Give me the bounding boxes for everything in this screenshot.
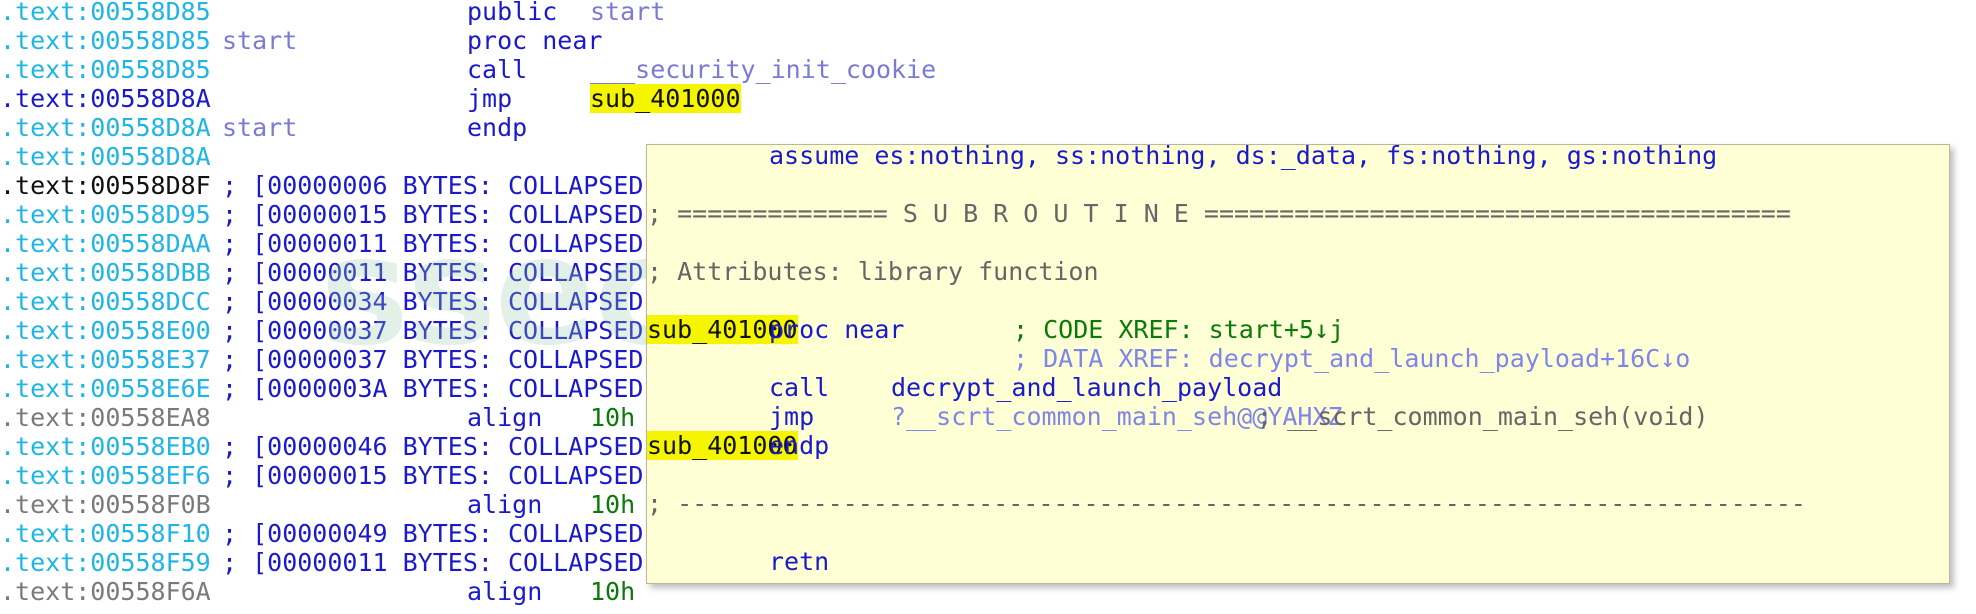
address: .text:00558F6A <box>0 577 211 606</box>
address: .text:00558F59 <box>0 548 211 577</box>
hover-preview-popup: assume es:nothing, ss:nothing, ds:_data,… <box>646 144 1950 584</box>
address: .text:00558DAA <box>0 229 211 258</box>
mnemonic: align <box>467 403 543 432</box>
address: .text:00558DCC <box>0 287 211 316</box>
address: .text:00558D85 <box>0 0 211 26</box>
address: .text:00558E37 <box>0 345 211 374</box>
popup-text: endp <box>769 431 830 460</box>
collapsed-function-comment[interactable]: ; [00000037 BYTES: COLLAPSED <box>222 345 643 374</box>
address: .text:00558DBB <box>0 258 211 287</box>
collapsed-function-comment[interactable]: ; [00000011 BYTES: COLLAPSED <box>222 258 643 287</box>
address: .text:00558D8F <box>0 171 211 200</box>
address: .text:00558E00 <box>0 316 211 345</box>
operand: 10h <box>590 577 636 606</box>
address: .text:00558EA8 <box>0 403 211 432</box>
popup-text: proc near <box>769 315 905 344</box>
collapsed-function-comment[interactable]: ; [00000015 BYTES: COLLAPSED <box>222 461 643 490</box>
popup-text: ; __scrt_common_main_seh(void) <box>1257 402 1709 431</box>
mnemonic: jmp <box>467 84 513 113</box>
mnemonic: public <box>467 0 558 26</box>
address: .text:00558EB0 <box>0 432 211 461</box>
address: .text:00558D95 <box>0 200 211 229</box>
function-label[interactable]: start <box>222 113 297 142</box>
mnemonic: call <box>467 55 528 84</box>
collapsed-function-comment[interactable]: ; [00000049 BYTES: COLLAPSED <box>222 519 643 548</box>
popup-text: jmp <box>769 402 815 431</box>
popup-text: call <box>769 373 830 402</box>
mnemonic: align <box>467 577 543 606</box>
function-label[interactable]: start <box>222 26 297 55</box>
address: .text:00558D8A <box>0 84 211 113</box>
popup-text: ; CODE XREF: start+5↓j <box>1013 315 1345 344</box>
mnemonic: proc near <box>467 26 603 55</box>
popup-text: decrypt_and_launch_payload <box>891 373 1283 402</box>
address: .text:00558D85 <box>0 55 211 84</box>
collapsed-function-comment[interactable]: ; [00000011 BYTES: COLLAPSED <box>222 548 643 577</box>
address: .text:00558EF6 <box>0 461 211 490</box>
mnemonic: endp <box>467 113 528 142</box>
address: .text:00558E6E <box>0 374 211 403</box>
operand: 10h <box>590 403 636 432</box>
collapsed-function-comment[interactable]: ; [00000015 BYTES: COLLAPSED <box>222 200 643 229</box>
popup-text: retn <box>769 547 830 576</box>
address: .text:00558F0B <box>0 490 211 519</box>
popup-text: ; Attributes: library function <box>647 257 1099 286</box>
collapsed-function-comment[interactable]: ; [00000037 BYTES: COLLAPSED <box>222 316 643 345</box>
collapsed-function-comment[interactable]: ; [0000003A BYTES: COLLAPSED <box>222 374 643 403</box>
operand[interactable]: start <box>590 0 665 26</box>
collapsed-function-comment[interactable]: ; [00000034 BYTES: COLLAPSED <box>222 287 643 316</box>
operand[interactable]: ___security_init_cookie <box>590 55 936 84</box>
operand: 10h <box>590 490 636 519</box>
collapsed-function-comment[interactable]: ; [00000046 BYTES: COLLAPSED <box>222 432 643 461</box>
collapsed-function-comment[interactable]: ; [00000011 BYTES: COLLAPSED <box>222 229 643 258</box>
popup-text: ; ============== S U B R O U T I N E ===… <box>647 199 1791 228</box>
popup-text: assume es:nothing, ss:nothing, ds:_data,… <box>769 144 1718 170</box>
address: .text:00558D8A <box>0 142 211 171</box>
address: .text:00558D85 <box>0 26 211 55</box>
popup-text: ; --------------------------------------… <box>647 489 1806 518</box>
collapsed-function-comment[interactable]: ; [00000006 BYTES: COLLAPSED <box>222 171 643 200</box>
address: .text:00558D8A <box>0 113 211 142</box>
mnemonic: align <box>467 490 543 519</box>
popup-text: ; DATA XREF: decrypt_and_launch_payload+… <box>1013 344 1691 373</box>
address: .text:00558F10 <box>0 519 211 548</box>
operand[interactable]: sub_401000 <box>590 84 741 113</box>
